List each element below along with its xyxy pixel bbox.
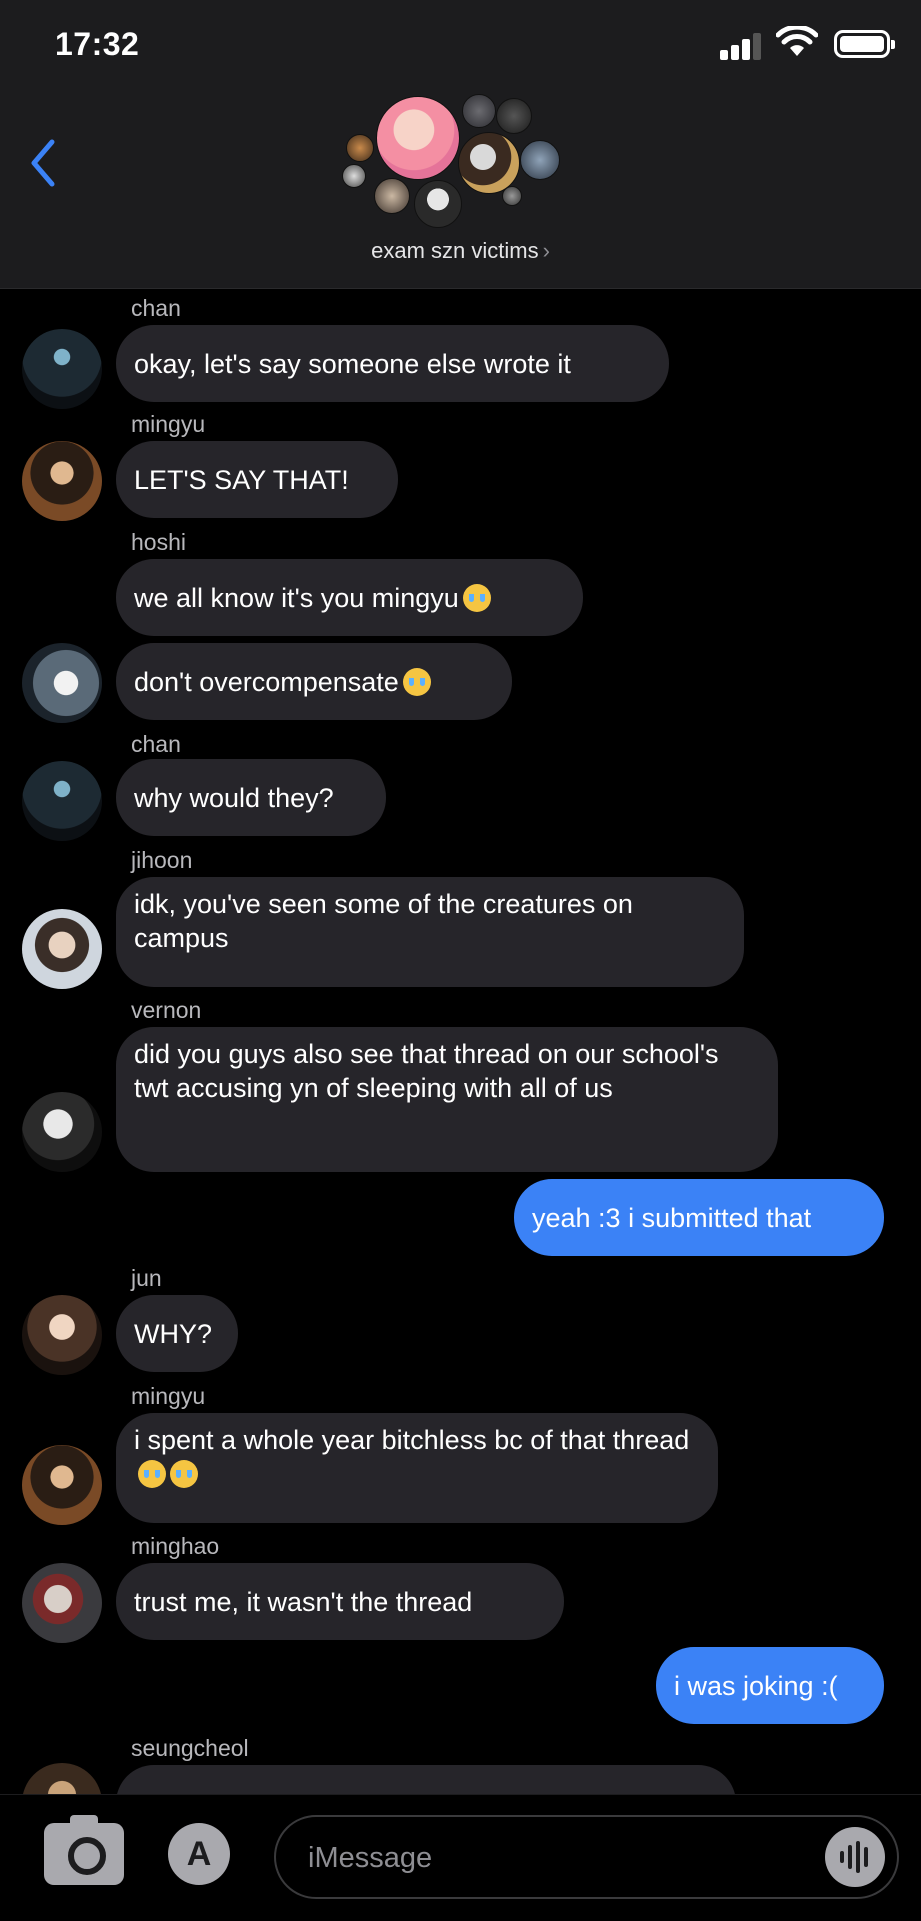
avatar[interactable] bbox=[22, 1092, 102, 1172]
message-bubble[interactable]: trust me, it wasn't the thread bbox=[116, 1563, 564, 1640]
battery-icon bbox=[834, 30, 895, 58]
message-text: yeah :3 i submitted that bbox=[532, 1202, 812, 1233]
message-text: why would they? bbox=[134, 782, 334, 813]
sender-name: minghao bbox=[131, 1533, 220, 1559]
group-member-avatar bbox=[374, 178, 410, 214]
loudly-crying-face-icon bbox=[462, 583, 491, 612]
sender-name: chan bbox=[131, 295, 181, 321]
message-bubble[interactable]: i spent a whole year bitchless bc of tha… bbox=[116, 1413, 718, 1523]
cellular-signal-icon bbox=[720, 30, 761, 60]
message-text: LET'S SAY THAT! bbox=[134, 464, 349, 495]
wifi-icon bbox=[776, 26, 818, 56]
chevron-right-icon: › bbox=[542, 238, 550, 263]
status-time: 17:32 bbox=[55, 26, 140, 62]
avatar[interactable] bbox=[22, 441, 102, 521]
loudly-crying-face-icon bbox=[170, 1460, 198, 1488]
sender-name: mingyu bbox=[131, 1383, 206, 1409]
message-bubble[interactable] bbox=[116, 1765, 736, 1794]
group-avatar-cluster[interactable] bbox=[340, 92, 580, 232]
group-member-avatar bbox=[496, 98, 532, 134]
avatar[interactable] bbox=[22, 1295, 102, 1375]
message-bubble[interactable]: why would they? bbox=[116, 759, 386, 836]
avatar[interactable] bbox=[22, 329, 102, 409]
loudly-crying-face-icon bbox=[138, 1460, 166, 1488]
group-member-avatar bbox=[462, 94, 496, 128]
group-member-avatar bbox=[376, 96, 460, 180]
status-bar: 17:32 bbox=[0, 0, 921, 90]
group-member-avatar bbox=[414, 180, 462, 228]
sender-name: seungcheol bbox=[131, 1735, 249, 1761]
message-field[interactable] bbox=[274, 1815, 899, 1899]
message-bubble[interactable]: don't overcompensate bbox=[116, 643, 512, 720]
group-member-avatar bbox=[502, 186, 522, 206]
audio-waveform-icon[interactable] bbox=[825, 1827, 885, 1887]
message-text: trust me, it wasn't the thread bbox=[134, 1586, 473, 1617]
message-bubble[interactable]: WHY? bbox=[116, 1295, 238, 1372]
sender-name: chan bbox=[131, 731, 181, 757]
group-member-avatar bbox=[346, 134, 374, 162]
message-text: don't overcompensate bbox=[134, 666, 399, 697]
avatar[interactable] bbox=[22, 1563, 102, 1643]
loudly-crying-face-icon bbox=[402, 667, 431, 696]
message-text: did you guys also see that thread on our… bbox=[134, 1039, 719, 1103]
message-text: i was joking :( bbox=[674, 1670, 838, 1701]
message-list[interactable]: chan okay, let's say someone else wrote … bbox=[0, 289, 921, 1794]
message-text: we all know it's you mingyu bbox=[134, 582, 459, 613]
camera-icon[interactable] bbox=[44, 1815, 124, 1885]
message-bubble[interactable]: okay, let's say someone else wrote it bbox=[116, 325, 669, 402]
avatar[interactable] bbox=[22, 1763, 102, 1794]
back-chevron-icon[interactable] bbox=[28, 138, 58, 188]
group-name[interactable]: exam szn victims › bbox=[0, 238, 921, 264]
sender-name: vernon bbox=[131, 997, 202, 1023]
message-text: WHY? bbox=[134, 1318, 213, 1349]
sender-name: mingyu bbox=[131, 411, 206, 437]
group-member-avatar bbox=[458, 132, 520, 194]
conversation-header: exam szn victims › bbox=[0, 90, 921, 289]
avatar[interactable] bbox=[22, 1445, 102, 1525]
group-member-avatar bbox=[520, 140, 560, 180]
avatar[interactable] bbox=[22, 761, 102, 841]
avatar[interactable] bbox=[22, 643, 102, 723]
sender-name: jihoon bbox=[131, 847, 193, 873]
message-text: idk, you've seen some of the creatures o… bbox=[134, 889, 633, 953]
group-name-label: exam szn victims bbox=[371, 238, 539, 263]
message-input[interactable] bbox=[306, 1837, 770, 1879]
message-text: okay, let's say someone else wrote it bbox=[134, 348, 571, 379]
message-bubble[interactable]: we all know it's you mingyu bbox=[116, 559, 583, 636]
outgoing-message-bubble[interactable]: i was joking :( bbox=[656, 1647, 884, 1724]
group-member-avatar bbox=[342, 164, 366, 188]
sender-name: jun bbox=[131, 1265, 162, 1291]
message-text: i spent a whole year bitchless bc of tha… bbox=[134, 1423, 700, 1491]
message-bubble[interactable]: did you guys also see that thread on our… bbox=[116, 1027, 778, 1172]
avatar[interactable] bbox=[22, 909, 102, 989]
outgoing-message-bubble[interactable]: yeah :3 i submitted that bbox=[514, 1179, 884, 1256]
compose-bar: A bbox=[0, 1794, 921, 1921]
app-store-icon[interactable]: A bbox=[168, 1823, 230, 1885]
message-bubble[interactable]: idk, you've seen some of the creatures o… bbox=[116, 877, 744, 987]
message-text-part: i spent a whole year bitchless bc of tha… bbox=[134, 1425, 690, 1455]
sender-name: hoshi bbox=[131, 529, 186, 555]
message-bubble[interactable]: LET'S SAY THAT! bbox=[116, 441, 398, 518]
